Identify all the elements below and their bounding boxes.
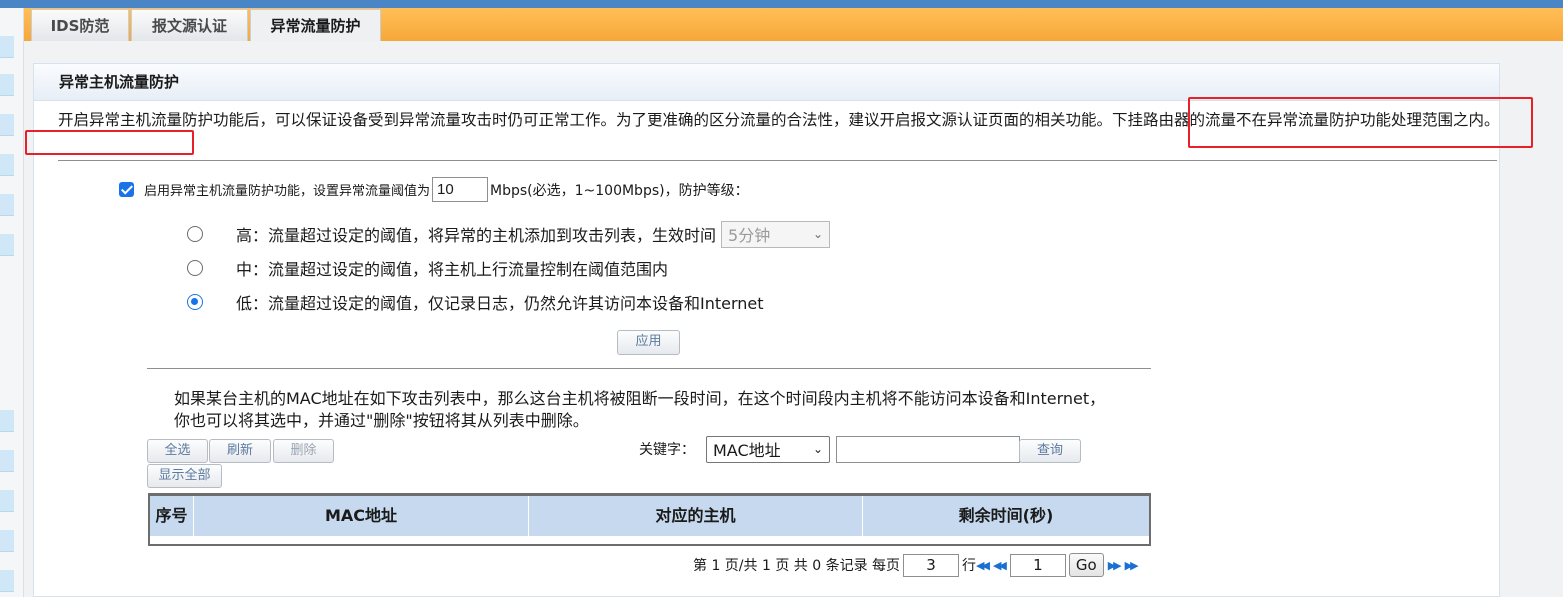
first-page-icon[interactable]: ◀◀ [976,559,990,572]
rail-item[interactable] [0,450,14,472]
search-button[interactable]: 查询 [1019,439,1081,463]
tab-ids[interactable]: IDS防范 [31,9,129,41]
rail-item[interactable] [0,154,14,176]
level-high-row: 高：流量超过设定的阈值，将异常的主机添加到攻击列表，生效时间 5分钟 ⌄ [187,220,831,248]
col-remaining-time-header[interactable]: 剩余时间(秒) [863,496,1149,536]
top-strip [0,0,1563,8]
delete-button[interactable]: 删除 [273,439,334,463]
enable-checkbox[interactable] [119,182,134,197]
level-medium-label: 中：流量超过设定的阈值，将主机上行流量控制在阈值范围内 [236,260,669,279]
col-mac-header[interactable]: MAC地址 [194,496,529,536]
keyword-type-select[interactable]: MAC地址 ⌄ [706,435,830,463]
rail-item[interactable] [0,490,14,512]
level-low-row: 低：流量超过设定的阈值，仅记录日志，仍然允许其访问本设备和Internet [187,291,764,313]
highlight-box [1188,97,1533,148]
divider [147,368,1151,369]
panel-title: 异常主机流量防护 [34,64,1499,101]
level-low-radio[interactable] [187,294,203,310]
level-low-label: 低：流量超过设定的阈值，仅记录日志，仍然允许其访问本设备和Internet [236,294,764,313]
pager-rows-label: 行 [962,558,977,574]
attack-list-table: 序号 MAC地址 对应的主机 剩余时间(秒) [148,493,1151,546]
level-medium-row: 中：流量超过设定的阈值，将主机上行流量控制在阈值范围内 [187,257,668,279]
tab-abnormal-traffic[interactable]: 异常流量防护 [250,9,381,41]
level-medium-radio[interactable] [187,260,203,276]
effect-time-select[interactable]: 5分钟 ⌄ [721,220,831,248]
rail-item[interactable] [0,74,14,96]
rail-item[interactable] [0,410,14,432]
select-all-button[interactable]: 全选 [147,439,208,463]
table-header: 序号 MAC地址 对应的主机 剩余时间(秒) [150,496,1149,536]
rail-item[interactable] [0,36,14,58]
rail-item[interactable] [0,114,14,136]
keyword-input[interactable] [836,435,1020,463]
tab-bar: IDS防范 报文源认证 异常流量防护 [24,8,1563,41]
chevron-down-icon: ⌄ [812,442,823,456]
show-all-button[interactable]: 显示全部 [147,464,222,488]
highlight-box [25,130,194,155]
rail-item[interactable] [0,194,14,216]
threshold-input[interactable]: 10 [432,177,489,202]
col-host-header[interactable]: 对应的主机 [529,496,863,536]
divider [58,160,1497,161]
rail-item[interactable] [0,530,14,552]
pager: 第 1 页/共 1 页 共 0 条记录 每页 3 行 ◀◀ ◀◀ 1 Go ▶▶… [693,553,1139,577]
page-number-input[interactable]: 1 [1009,553,1066,577]
attack-list-info-line2: 你也可以将其选中，并通过"删除"按钮将其从列表中删除。 [174,411,589,430]
refresh-button[interactable]: 刷新 [209,439,271,463]
threshold-unit-label: Mbps(必选，1~100Mbps)，防护等级： [490,182,749,199]
go-button[interactable]: Go [1068,553,1104,577]
effect-time-value: 5分钟 [728,226,771,245]
left-nav-rail [0,8,24,597]
last-page-icon[interactable]: ▶▶ [1125,559,1139,572]
enable-label: 启用异常主机流量防护功能，设置异常流量阈值为 [144,184,431,199]
level-high-radio[interactable] [187,226,203,242]
keyword-label: 关键字： [639,442,695,458]
apply-button[interactable]: 应用 [617,330,680,355]
tab-source-auth[interactable]: 报文源认证 [131,9,248,41]
keyword-type-value: MAC地址 [713,441,781,460]
level-high-label: 高：流量超过设定的阈值，将异常的主机添加到攻击列表，生效时间 [236,226,717,245]
attack-list-info-line1: 如果某台主机的MAC地址在如下攻击列表中，那么这台主机将被阻断一段时间，在这个时… [174,389,1106,408]
chevron-down-icon: ⌄ [812,227,824,241]
next-page-icon[interactable]: ▶▶ [1108,559,1122,572]
prev-page-icon[interactable]: ◀◀ [993,559,1007,572]
rail-item[interactable] [0,570,14,592]
rail-item[interactable] [0,234,14,256]
per-page-input[interactable]: 3 [903,553,960,577]
pager-status: 第 1 页/共 1 页 共 0 条记录 每页 [693,558,901,574]
attack-list-info: 如果某台主机的MAC地址在如下攻击列表中，那么这台主机将被阻断一段时间，在这个时… [174,388,1105,432]
col-index-header[interactable]: 序号 [150,496,194,536]
